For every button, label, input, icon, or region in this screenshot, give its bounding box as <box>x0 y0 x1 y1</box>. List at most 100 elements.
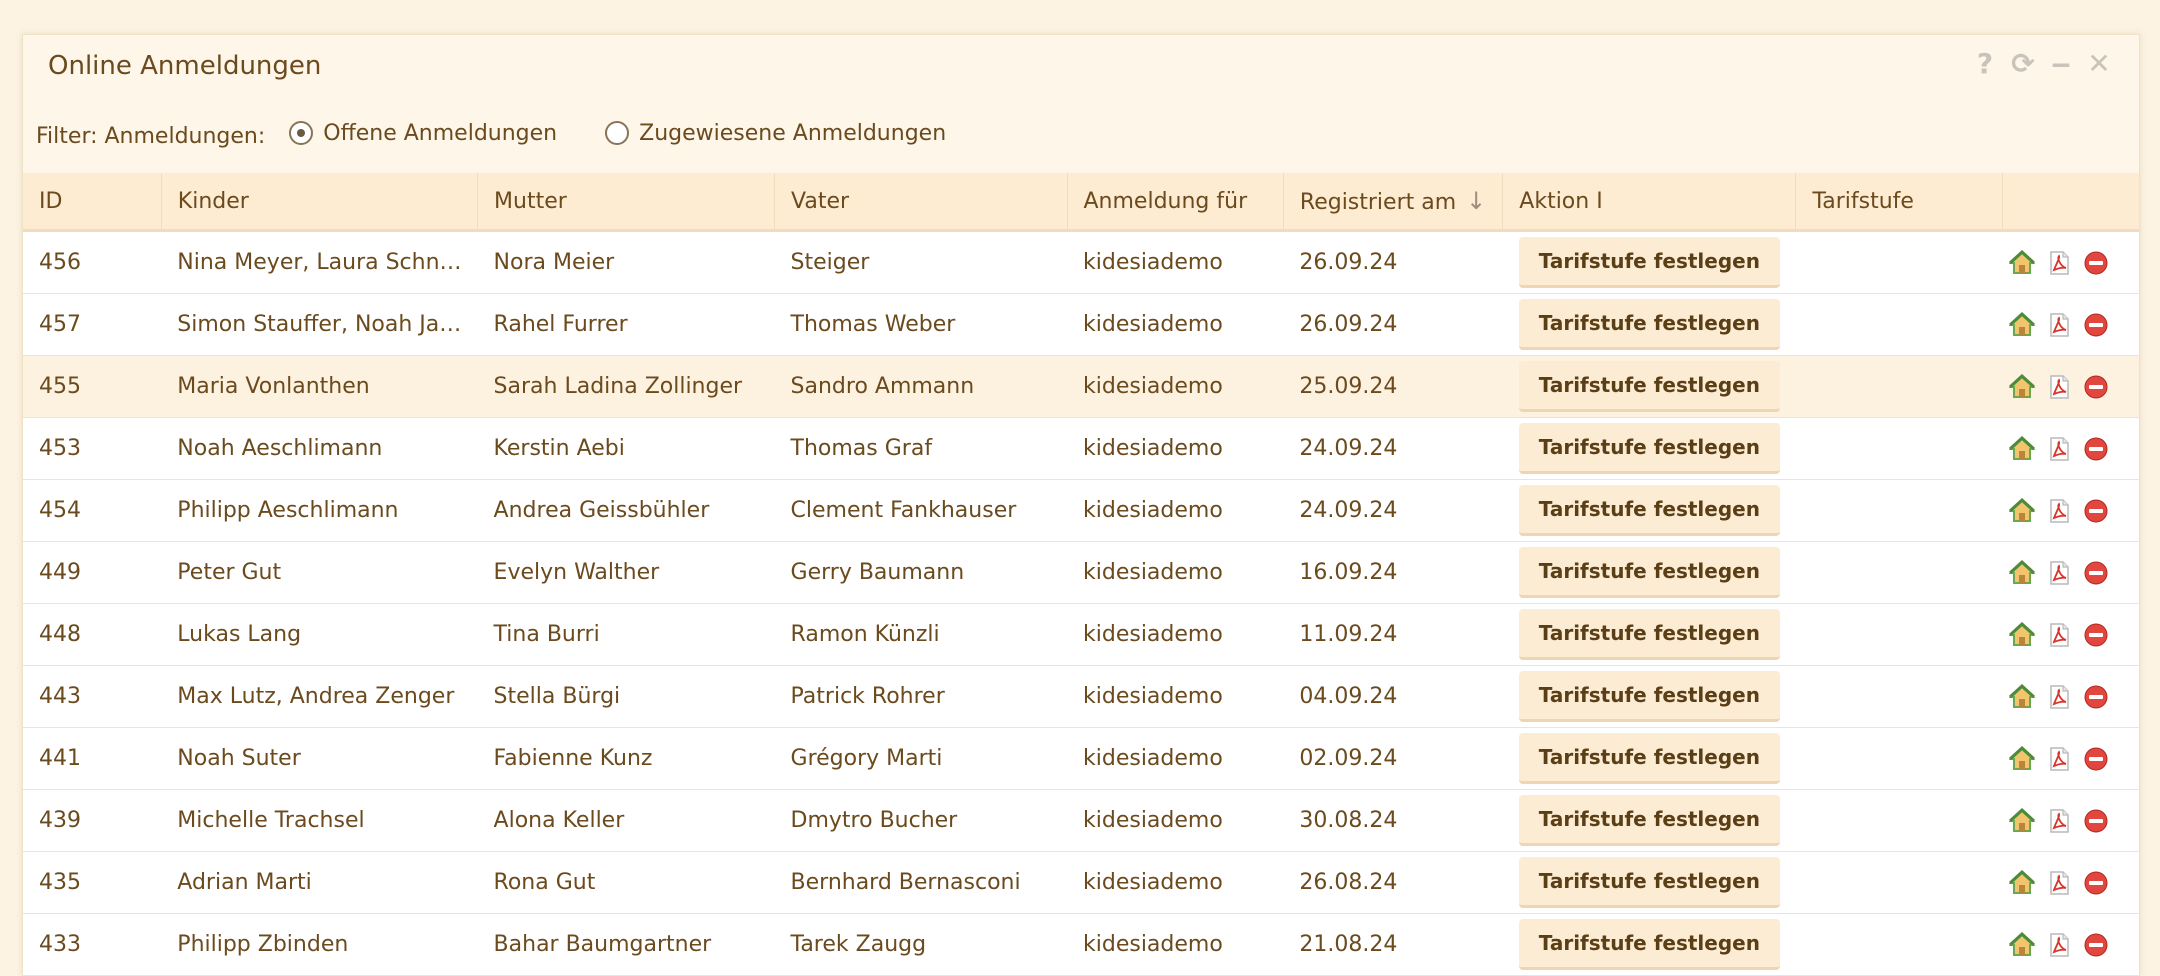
cell-tarifstufe <box>1795 913 2003 976</box>
tarifstufe-festlegen-button[interactable]: Tarifstufe festlegen <box>1518 919 1780 970</box>
table-row[interactable]: 435 Adrian Marti Rona Gut Bernhard Berna… <box>23 851 2139 914</box>
tarifstufe-festlegen-button[interactable]: Tarifstufe festlegen <box>1518 857 1780 908</box>
table-row[interactable]: 454 Philipp Aeschlimann Andrea Geissbühl… <box>23 479 2139 542</box>
minimize-icon[interactable]: ‒ <box>2047 49 2075 79</box>
radio-offene-anmeldungen[interactable]: Offene Anmeldungen <box>289 121 557 146</box>
tarifstufe-festlegen-button[interactable]: Tarifstufe festlegen <box>1518 609 1780 660</box>
delete-icon[interactable] <box>2083 250 2109 276</box>
tarifstufe-festlegen-button[interactable]: Tarifstufe festlegen <box>1518 547 1780 598</box>
cell-row-actions <box>2002 665 2139 728</box>
delete-icon[interactable] <box>2083 312 2109 338</box>
tarifstufe-festlegen-button[interactable]: Tarifstufe festlegen <box>1518 361 1780 412</box>
col-header-mutter[interactable]: Mutter <box>477 173 776 232</box>
cell-id: 454 <box>23 479 162 542</box>
refresh-icon[interactable]: ⟳ <box>2009 49 2037 79</box>
home-icon[interactable] <box>2008 435 2035 462</box>
table-row[interactable]: 439 Michelle Trachsel Alona Keller Dmytr… <box>23 789 2139 852</box>
cell-registriert-am: 21.08.24 <box>1283 913 1503 976</box>
cell-registriert-am: 16.09.24 <box>1283 541 1503 604</box>
delete-icon[interactable] <box>2083 870 2109 896</box>
tarifstufe-festlegen-button[interactable]: Tarifstufe festlegen <box>1518 733 1780 784</box>
pdf-icon[interactable] <box>2046 808 2072 834</box>
delete-icon[interactable] <box>2083 808 2109 834</box>
tarifstufe-festlegen-button[interactable]: Tarifstufe festlegen <box>1518 237 1780 288</box>
radio-zugewiesene-anmeldungen[interactable]: Zugewiesene Anmeldungen <box>605 121 946 146</box>
cell-id: 453 <box>23 417 162 480</box>
delete-icon[interactable] <box>2083 622 2109 648</box>
delete-icon[interactable] <box>2083 374 2109 400</box>
close-icon[interactable]: ✕ <box>2085 49 2113 79</box>
home-icon[interactable] <box>2008 559 2035 586</box>
pdf-icon[interactable] <box>2046 498 2072 524</box>
col-header-icons <box>2002 173 2139 232</box>
table-row[interactable]: 448 Lukas Lang Tina Burri Ramon Künzli k… <box>23 603 2139 666</box>
pdf-icon[interactable] <box>2046 684 2072 710</box>
cell-registriert-am: 30.08.24 <box>1283 789 1503 852</box>
delete-icon[interactable] <box>2083 436 2109 462</box>
pdf-icon[interactable] <box>2046 746 2072 772</box>
home-icon[interactable] <box>2008 497 2035 524</box>
cell-vater: Steiger <box>774 230 1067 294</box>
delete-icon[interactable] <box>2083 560 2109 586</box>
cell-row-actions <box>2002 727 2139 790</box>
tarifstufe-festlegen-button[interactable]: Tarifstufe festlegen <box>1518 485 1780 536</box>
home-icon[interactable] <box>2008 249 2035 276</box>
pdf-icon[interactable] <box>2046 312 2072 338</box>
pdf-icon[interactable] <box>2046 250 2072 276</box>
tarifstufe-festlegen-button[interactable]: Tarifstufe festlegen <box>1518 423 1780 474</box>
cell-mutter: Kerstin Aebi <box>477 417 775 480</box>
radio-circle[interactable] <box>605 121 630 145</box>
cell-kinder: Simon Stauffer, Noah Ja… <box>161 293 478 356</box>
table-row[interactable]: 433 Philipp Zbinden Bahar Baumgartner Ta… <box>23 913 2139 976</box>
cell-anmeldung-fuer: kidesiademo <box>1067 355 1284 418</box>
col-header-aktion[interactable]: Aktion I <box>1502 173 1797 232</box>
sort-down-icon[interactable]: ↓ <box>1466 187 1486 215</box>
delete-icon[interactable] <box>2083 498 2109 524</box>
table-row[interactable]: 455 Maria Vonlanthen Sarah Ladina Zollin… <box>23 355 2139 418</box>
home-icon[interactable] <box>2008 745 2035 772</box>
pdf-icon[interactable] <box>2046 870 2072 896</box>
tarifstufe-festlegen-button[interactable]: Tarifstufe festlegen <box>1518 795 1780 846</box>
cell-mutter: Andrea Geissbühler <box>477 479 775 542</box>
cell-kinder: Noah Aeschlimann <box>161 417 478 480</box>
cell-row-actions <box>2002 293 2139 356</box>
home-icon[interactable] <box>2008 311 2035 338</box>
tarifstufe-festlegen-button[interactable]: Tarifstufe festlegen <box>1518 671 1780 722</box>
home-icon[interactable] <box>2008 621 2035 648</box>
cell-aktion: Tarifstufe festlegen <box>1502 230 1796 294</box>
home-icon[interactable] <box>2008 373 2035 400</box>
table-row[interactable]: 453 Noah Aeschlimann Kerstin Aebi Thomas… <box>23 417 2139 480</box>
cell-registriert-am: 11.09.24 <box>1283 603 1503 666</box>
pdf-icon[interactable] <box>2046 436 2072 462</box>
col-header-vater[interactable]: Vater <box>774 173 1068 232</box>
cell-aktion: Tarifstufe festlegen <box>1502 789 1796 852</box>
delete-icon[interactable] <box>2083 684 2109 710</box>
col-header-id[interactable]: ID <box>23 173 162 232</box>
table-row[interactable]: 441 Noah Suter Fabienne Kunz Grégory Mar… <box>23 727 2139 790</box>
cell-tarifstufe <box>1795 355 2003 418</box>
col-header-tarifstufe[interactable]: Tarifstufe <box>1795 173 2004 232</box>
col-header-kinder[interactable]: Kinder <box>161 173 479 232</box>
tarifstufe-festlegen-button[interactable]: Tarifstufe festlegen <box>1518 299 1780 350</box>
pdf-icon[interactable] <box>2046 560 2072 586</box>
help-icon[interactable]: ? <box>1971 49 1999 79</box>
col-header-anmeldung-fuer[interactable]: Anmeldung für <box>1067 173 1284 232</box>
cell-anmeldung-fuer: kidesiademo <box>1067 293 1284 356</box>
home-icon[interactable] <box>2008 807 2035 834</box>
col-header-label: Registriert am <box>1299 190 1457 215</box>
cell-kinder: Philipp Aeschlimann <box>161 479 478 542</box>
pdf-icon[interactable] <box>2046 374 2072 400</box>
table-row[interactable]: 449 Peter Gut Evelyn Walther Gerry Bauma… <box>23 541 2139 604</box>
cell-mutter: Alona Keller <box>477 789 775 852</box>
pdf-icon[interactable] <box>2046 622 2072 648</box>
delete-icon[interactable] <box>2083 746 2109 772</box>
radio-circle-selected[interactable] <box>289 121 314 145</box>
table-row[interactable]: 457 Simon Stauffer, Noah Ja… Rahel Furre… <box>23 293 2139 356</box>
cell-id: 456 <box>23 230 162 294</box>
table-row[interactable]: 443 Max Lutz, Andrea Zenger Stella Bürgi… <box>23 665 2139 728</box>
table-row[interactable]: 456 Nina Meyer, Laura Schn… Nora Meier S… <box>23 230 2139 294</box>
col-header-registriert-am[interactable]: Registriert am ↓ <box>1283 173 1504 232</box>
home-icon[interactable] <box>2008 869 2035 896</box>
home-icon[interactable] <box>2008 683 2035 710</box>
cell-aktion: Tarifstufe festlegen <box>1502 355 1796 418</box>
